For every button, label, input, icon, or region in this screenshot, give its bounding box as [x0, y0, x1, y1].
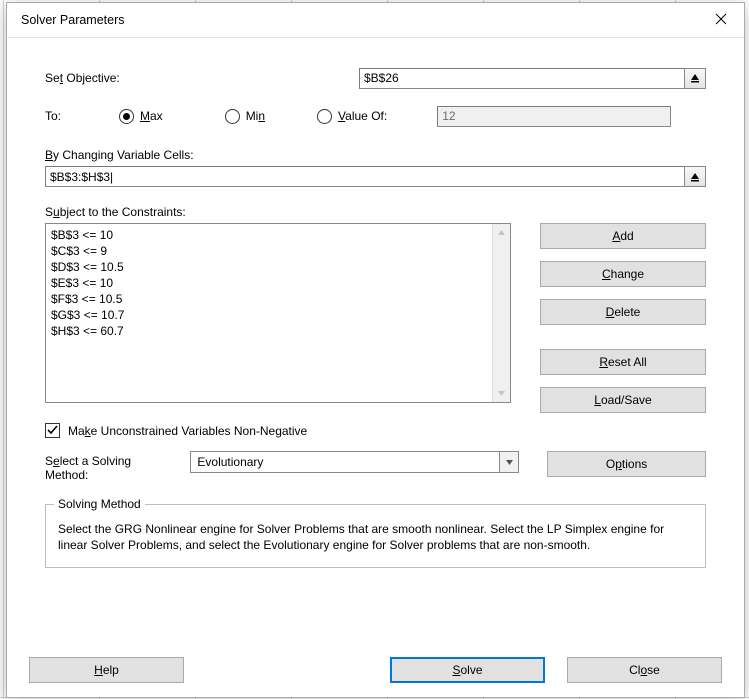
close-button[interactable]: Close	[567, 657, 722, 683]
to-valueof-label: Value Of:	[338, 109, 387, 123]
groupbox-legend: Solving Method	[54, 497, 145, 511]
collapse-icon	[689, 72, 701, 84]
to-max-label: Max	[140, 109, 163, 123]
solving-method-combo[interactable]: Evolutionary	[190, 451, 519, 473]
constraints-scrollbar[interactable]	[492, 224, 510, 402]
groupbox-description: Select the GRG Nonlinear engine for Solv…	[58, 521, 693, 553]
solver-parameters-dialog: Solver Parameters Set Objective: To: Max	[6, 2, 745, 698]
to-min-label: Min	[246, 109, 265, 123]
to-max-radio[interactable]: Max	[119, 109, 163, 124]
chevron-down-icon[interactable]	[499, 451, 519, 473]
solving-method-value: Evolutionary	[190, 451, 499, 473]
to-min-radio[interactable]: Min	[225, 109, 265, 124]
constraints-label: Subject to the Constraints:	[45, 205, 706, 219]
scroll-down-button[interactable]	[493, 385, 510, 402]
objective-ref-button[interactable]	[684, 68, 706, 89]
make-nonneg-checkbox[interactable]: Make Unconstrained Variables Non-Negativ…	[45, 423, 307, 438]
reset-all-button[interactable]: Reset All	[540, 349, 706, 375]
to-label: To:	[45, 109, 119, 123]
solving-method-groupbox: Solving Method Select the GRG Nonlinear …	[45, 504, 706, 568]
constraints-listbox[interactable]: $B$3 <= 10 $C$3 <= 9 $D$3 <= 10.5 $E$3 <…	[45, 223, 511, 403]
by-changing-label: By Changing Variable Cells:	[45, 148, 706, 162]
options-button[interactable]: Options	[547, 451, 706, 477]
collapse-icon	[689, 171, 701, 183]
objective-input[interactable]	[359, 68, 685, 89]
select-method-label: Select a Solving Method:	[45, 451, 156, 482]
scroll-up-button[interactable]	[493, 224, 510, 241]
add-button[interactable]: Add	[540, 223, 706, 249]
by-changing-ref-button[interactable]	[684, 166, 706, 187]
change-button[interactable]: Change	[540, 261, 706, 287]
constraints-items: $B$3 <= 10 $C$3 <= 9 $D$3 <= 10.5 $E$3 <…	[47, 225, 492, 401]
value-of-input	[437, 106, 671, 127]
delete-button[interactable]: Delete	[540, 299, 706, 325]
bottom-bar: Help Solve Close	[7, 647, 744, 697]
help-button[interactable]: Help	[29, 657, 184, 683]
by-changing-input[interactable]	[45, 166, 685, 187]
window-title: Solver Parameters	[21, 13, 125, 27]
set-objective-label: Set Objective:	[45, 71, 359, 85]
make-nonneg-label: Make Unconstrained Variables Non-Negativ…	[68, 424, 307, 438]
titlebar: Solver Parameters	[7, 3, 744, 37]
to-valueof-radio[interactable]: Value Of:	[317, 109, 387, 124]
load-save-button[interactable]: Load/Save	[540, 387, 706, 413]
solve-button[interactable]: Solve	[390, 657, 545, 683]
close-icon[interactable]	[698, 3, 744, 35]
